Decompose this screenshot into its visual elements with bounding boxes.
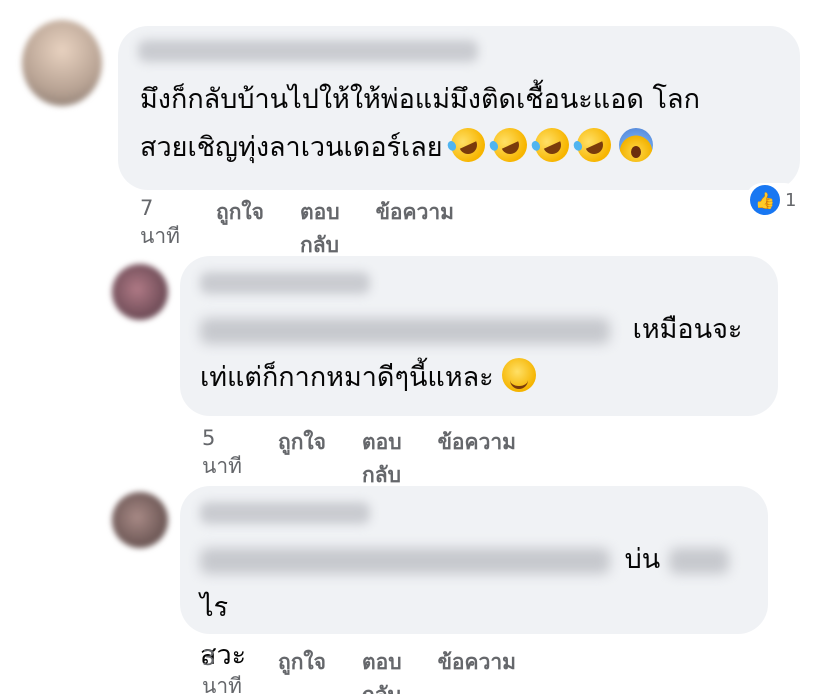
rofl-emoji-icon (487, 122, 533, 168)
comment-time[interactable]: 3 นาที (202, 646, 242, 694)
scream-emoji-icon (619, 128, 654, 162)
mention-tag-blurred[interactable]: . (200, 317, 610, 344)
rofl-emoji-icon (571, 122, 617, 168)
comment-line-1: . บ่น . ไร (200, 536, 760, 632)
author-name-blurred[interactable] (138, 40, 478, 62)
author-name-blurred[interactable] (200, 502, 370, 524)
reaction-summary[interactable]: 👍 1 (746, 183, 801, 217)
comment-line-1-text-a: บ่น (624, 544, 661, 575)
like-button[interactable]: ถูกใจ (278, 426, 326, 492)
comment-time[interactable]: 5 นาที (202, 426, 242, 492)
author-name-blurred[interactable] (200, 272, 370, 294)
thumbs-up-icon: 👍 (750, 185, 780, 215)
reply-button[interactable]: ตอบกลับ (362, 426, 402, 492)
comment-time[interactable]: 7 นาที (140, 196, 180, 262)
commenter-avatar[interactable] (112, 492, 168, 548)
message-button[interactable]: ข้อความ (376, 196, 454, 262)
comment-actions: 5 นาที ถูกใจ ตอบกลับ ข้อความ (202, 426, 552, 492)
like-button[interactable]: ถูกใจ (278, 646, 326, 694)
relieved-emoji-icon (502, 358, 537, 392)
comment-line-1-text: เหมือนจะ (632, 314, 743, 345)
comment-line-2-text: เท่แต่ก็กากหมาดีๆนี้แหละ (200, 362, 494, 393)
rofl-emoji-icon (445, 122, 491, 168)
comment-line-1: มึงก็กลับบ้านไปให้ให้พ่อแม่มึงติดเชื้อนะ… (140, 84, 700, 115)
message-button[interactable]: ข้อความ (438, 646, 516, 694)
comment-line-2: เท่แต่ก็กากหมาดีๆนี้แหละ (200, 354, 770, 402)
message-button[interactable]: ข้อความ (438, 426, 516, 492)
comment-line-2: สวยเชิญทุ่งลาเวนเดอร์เลย (140, 122, 790, 172)
reply-button[interactable]: ตอบกลับ (362, 646, 402, 694)
mention-tag-blurred[interactable]: . (200, 547, 610, 574)
commenter-avatar[interactable] (112, 264, 168, 320)
comment-actions: 7 นาที ถูกใจ ตอบกลับ ข้อความ (140, 196, 490, 262)
comment-line-1-text-b: ไร (200, 592, 229, 623)
rofl-emoji-icon (529, 122, 575, 168)
comment-line-2-text: สวยเชิญทุ่งลาเวนเดอร์เลย (140, 132, 443, 163)
comment-text: . เหมือนจะ เท่แต่ก็กากหมาดีๆนี้แหละ (200, 306, 770, 402)
reaction-count: 1 (785, 189, 797, 211)
comment-line-1: . เหมือนจะ (200, 306, 770, 354)
commenter-avatar[interactable] (22, 20, 102, 106)
comment-actions: 3 นาที ถูกใจ ตอบกลับ ข้อความ (202, 646, 552, 694)
censored-word-blurred: . (668, 547, 729, 574)
comment-text: มึงก็กลับบ้านไปให้ให้พ่อแม่มึงติดเชื้อนะ… (140, 76, 790, 172)
reply-button[interactable]: ตอบกลับ (300, 196, 340, 262)
like-button[interactable]: ถูกใจ (216, 196, 264, 262)
